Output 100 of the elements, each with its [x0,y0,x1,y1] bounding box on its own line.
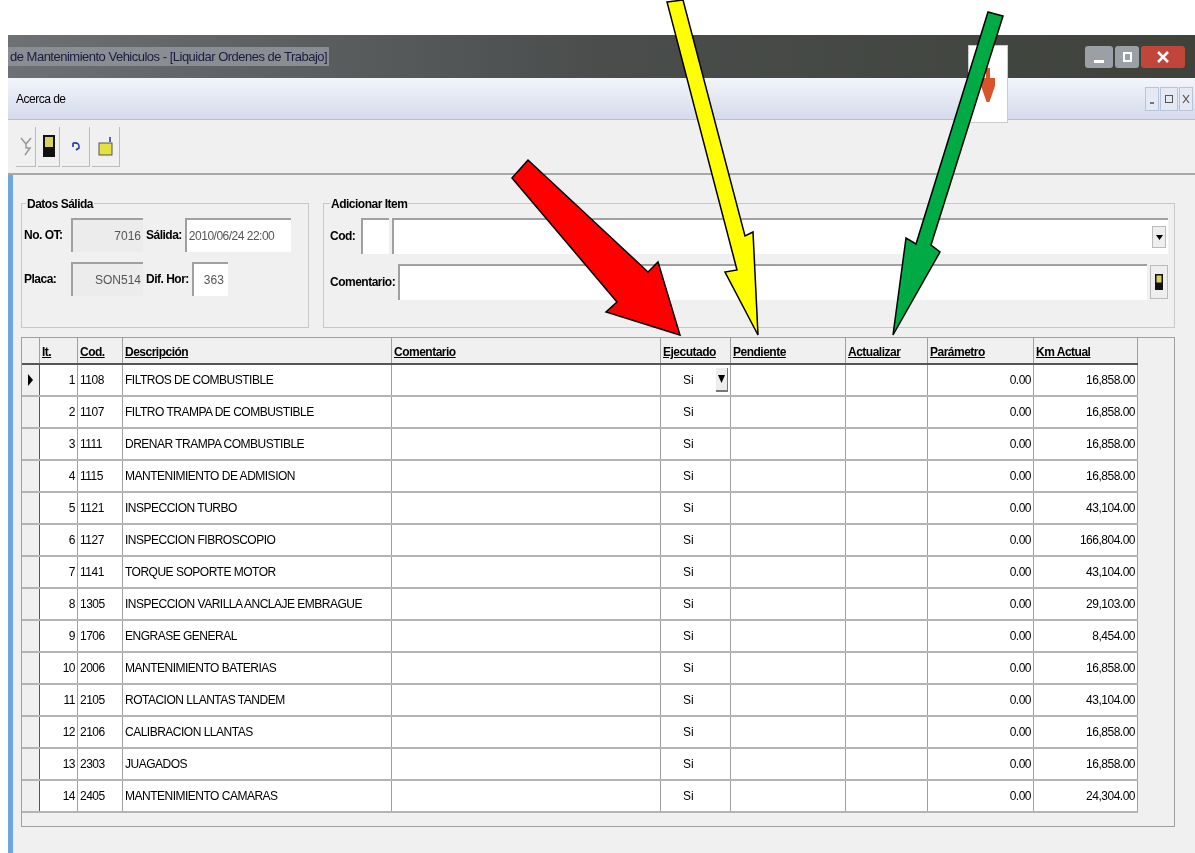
mdi-close-icon[interactable] [1179,86,1193,111]
table-cell: 12 [62,726,75,738]
input-field[interactable]: 7016 [71,218,143,252]
table-cell: 2303 [80,758,105,770]
row-header[interactable] [22,557,40,587]
mdi-restore-icon[interactable] [1160,86,1178,111]
table-cell: TORQUE SOPORTE MOTOR [125,566,276,578]
column-header[interactable]: Pendiente [733,343,786,361]
table-cell: 0.00 [1009,790,1031,802]
table-row[interactable]: 7 1141 TORQUE SOPORTE MOTOR Si 0.00 43,104.00 [22,557,1138,589]
table-cell: 14 [62,790,75,802]
table-cell: 16,858.00 [1086,662,1135,674]
row-header[interactable] [22,621,40,651]
table-cell: 1115 [80,470,103,482]
table-row[interactable]: 11 2105 ROTACION LLANTAS TANDEM Si 0.00 43,104.00 [22,685,1138,717]
table-row[interactable]: 8 1305 INSPECCION VARILLA ANCLAJE EMBRAGUE Si 0.00 29,103.00 [22,589,1138,621]
table-cell: 0.00 [1009,726,1031,738]
table-cell: 0.00 [1009,598,1031,610]
column-header[interactable]: Parámetro [930,343,985,361]
table-cell-text: Si [683,628,694,645]
table-row[interactable]: 4 1115 MANTENIMIENTO DE ADMISION Si 0.00 16,858.00 [22,461,1138,493]
input-field[interactable]: SON514 [71,262,143,296]
row-header[interactable] [22,493,40,523]
table-cell-text: Si [683,404,694,421]
table-cell: INSPECCION VARILLA ANCLAJE EMBRAGUE [125,598,363,610]
table-cell-text: Si [683,660,694,677]
folder-icon[interactable] [92,126,120,167]
table-cell: 1305 [80,598,105,610]
table-cell: ENGRASE GENERAL [125,630,237,642]
table-cell: 0.00 [1009,438,1031,450]
table-cell: 16,858.00 [1086,758,1135,770]
undo-icon[interactable] [62,126,90,167]
field-label: Sálida: [146,227,182,244]
table-cell: 0.00 [1009,374,1031,386]
table-row[interactable]: 5 1121 INSPECCION TURBO Si 0.00 43,104.00 [22,493,1138,525]
table-cell: 0.00 [1009,694,1031,706]
column-header[interactable]: Comentario [394,343,456,361]
table-cell: 16,858.00 [1086,438,1135,450]
table-row[interactable]: 13 2303 JUAGADOS Si 0.00 16,858.00 [22,749,1138,781]
table-cell: 29,103.00 [1086,598,1135,610]
table-cell: 43,104.00 [1086,694,1135,706]
table-row[interactable]: 6 1127 INSPECCION FIBROSCOPIO Si 0.00 166,804.00 [22,525,1138,557]
column-header[interactable]: It. [42,343,52,361]
table-cell: 3 [68,438,75,450]
table-row[interactable]: 9 1706 ENGRASE GENERAL Si 0.00 8,454.00 [22,621,1138,653]
minimize-icon[interactable] [1085,45,1113,68]
row-header[interactable] [22,525,40,555]
table-cell: 0.00 [1009,630,1031,642]
table-row[interactable]: 10 2006 MANTENIMIENTO BATERIAS Si 0.00 16,858.00 [22,653,1138,685]
table-cell: 5 [68,502,75,514]
table-cell: 0.00 [1009,662,1031,674]
save-icon[interactable] [38,126,60,167]
table-row[interactable]: 2 1107 FILTRO TRAMPA DE COMBUSTIBLE Si 0.00 16,858.00 [22,397,1138,429]
table-cell: 8 [68,598,75,610]
column-header[interactable]: Km Actual [1036,343,1091,361]
row-header[interactable] [22,397,40,427]
input-field[interactable]: 2010/06/24 22:00 [184,218,291,252]
field-label: No. OT: [24,227,64,244]
row-header[interactable] [22,461,40,491]
mdi-minimize-icon[interactable] [1145,86,1159,111]
table-cell: 2405 [80,790,105,802]
row-header[interactable] [22,365,40,395]
table-cell-text: Si [683,788,694,805]
column-header[interactable]: Descripción [125,343,189,361]
input-field[interactable] [361,218,389,254]
table-cell: 1706 [80,630,105,642]
table-row[interactable]: 12 2106 CALIBRACION LLANTAS Si 0.00 16,858.00 [22,717,1138,749]
table-row[interactable]: 1 1108 FILTROS DE COMBUSTIBLE Si 0.00 16,858.00 [22,365,1138,397]
table-cell: 7 [68,566,75,578]
row-header[interactable] [22,717,40,747]
table-cell: JUAGADOS [125,758,187,770]
table-cell: 1127 [80,534,104,546]
table-cell: ROTACION LLANTAS TANDEM [125,694,285,706]
table-cell: FILTROS DE COMBUSTIBLE [125,374,274,386]
input-field[interactable]: 363 [191,262,228,296]
maximize-icon[interactable] [1115,45,1139,68]
table-cell: 2106 [80,726,105,738]
row-header[interactable] [22,589,40,619]
table-cell: 0.00 [1009,470,1031,482]
row-header[interactable] [22,653,40,683]
table-row[interactable]: 14 2405 MANTENIMIENTO CAMARAS Si 0.00 24,304.00 [22,781,1138,813]
row-header[interactable] [22,429,40,459]
table-cell: 43,104.00 [1086,566,1135,578]
table-cell: 16,858.00 [1086,374,1135,386]
current-row-icon [28,374,33,386]
row-header[interactable] [22,685,40,715]
table-cell: 1121 [80,502,104,514]
table-cell: 10 [62,662,75,674]
column-header[interactable]: Actualizar [848,343,901,361]
table-cell: 13 [62,758,75,770]
table-row[interactable]: 3 1111 DRENAR TRAMPA COMBUSTIBLE Si 0.00 16,858.00 [22,429,1138,461]
column-header[interactable]: Cod. [80,343,105,361]
row-header[interactable] [22,749,40,779]
table-cell-text: Si [683,564,694,581]
save-icon[interactable] [1150,265,1168,299]
menu-item[interactable]: Acerca de [8,89,74,108]
close-icon[interactable] [1141,45,1185,68]
column-header[interactable]: Ejecutado [663,343,716,361]
table-cell-text: Si [683,468,694,485]
row-header[interactable] [22,781,40,811]
